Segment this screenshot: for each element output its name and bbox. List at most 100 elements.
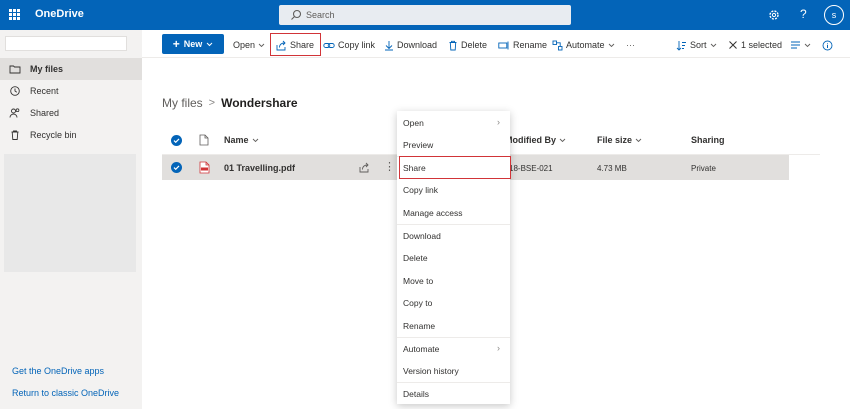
menu-item-delete[interactable]: Delete bbox=[397, 246, 510, 268]
sidebar-item-label: Shared bbox=[30, 108, 60, 118]
menu-item-label: Open bbox=[403, 118, 424, 128]
breadcrumb-current: Wondershare bbox=[221, 96, 298, 110]
rename-button[interactable]: Rename bbox=[498, 37, 547, 53]
column-header-file-size[interactable]: File size bbox=[597, 130, 642, 150]
delete-label: Delete bbox=[461, 40, 488, 50]
recycle-bin-icon bbox=[11, 130, 19, 140]
chevron-down-icon bbox=[559, 138, 566, 142]
app-launcher-icon[interactable] bbox=[9, 9, 20, 20]
info-button[interactable] bbox=[822, 37, 833, 53]
automate-label: Automate bbox=[566, 40, 605, 50]
file-name[interactable]: 01 Travelling.pdf bbox=[224, 163, 295, 173]
command-bar: + New Open Share Copy link Download Dele… bbox=[142, 30, 850, 58]
menu-item-automate[interactable]: Automate › bbox=[397, 337, 510, 359]
chevron-down-icon bbox=[206, 42, 213, 46]
breadcrumb-root[interactable]: My files bbox=[162, 96, 203, 110]
sidebar-item-label: Recycle bin bbox=[30, 130, 77, 140]
sort-icon bbox=[676, 40, 686, 51]
pdf-file-icon bbox=[199, 161, 210, 174]
sidebar-item-my-files[interactable]: My files bbox=[0, 58, 142, 80]
select-all-checkbox[interactable] bbox=[171, 135, 182, 146]
new-button[interactable]: + New bbox=[162, 34, 224, 54]
check-icon bbox=[173, 165, 180, 171]
menu-item-preview[interactable]: Preview bbox=[397, 133, 510, 155]
share-icon[interactable] bbox=[359, 162, 370, 173]
more-actions-icon[interactable]: ⋮ bbox=[384, 160, 395, 173]
column-header-label: File size bbox=[597, 135, 633, 145]
menu-item-download[interactable]: Download bbox=[397, 224, 510, 246]
menu-item-label: Copy link bbox=[403, 185, 438, 195]
search-placeholder: Search bbox=[306, 10, 335, 20]
menu-item-label: Rename bbox=[403, 321, 436, 331]
file-type-icon bbox=[199, 134, 209, 146]
chevron-down-icon bbox=[608, 43, 614, 47]
share-button-highlight bbox=[270, 33, 321, 56]
menu-item-copy-to[interactable]: Copy to bbox=[397, 291, 510, 313]
column-header-sharing[interactable]: Sharing bbox=[691, 130, 725, 150]
menu-item-copy-link[interactable]: Copy link bbox=[397, 178, 510, 200]
clear-selection-button[interactable]: 1 selected bbox=[728, 37, 782, 53]
menu-item-open[interactable]: Open › bbox=[397, 111, 510, 133]
search-box[interactable]: Search bbox=[279, 5, 571, 25]
automate-button[interactable]: Automate bbox=[552, 37, 615, 53]
help-icon[interactable]: ? bbox=[800, 7, 807, 21]
sidebar-item-recent[interactable]: Recent bbox=[0, 80, 142, 102]
chevron-down-icon bbox=[252, 138, 258, 142]
info-icon bbox=[822, 40, 833, 50]
folder-icon bbox=[9, 65, 21, 74]
view-options-button[interactable] bbox=[790, 37, 811, 53]
sidebar-item-label: Recent bbox=[30, 86, 59, 96]
column-header-name[interactable]: Name bbox=[224, 130, 259, 150]
menu-item-details[interactable]: Details bbox=[397, 382, 510, 404]
sidebar-item-shared[interactable]: Shared bbox=[0, 102, 142, 124]
menu-item-label: Delete bbox=[403, 253, 428, 263]
check-icon bbox=[173, 138, 180, 144]
menu-item-label: Manage access bbox=[403, 208, 463, 218]
menu-item-rename[interactable]: Rename bbox=[397, 314, 510, 336]
sort-button[interactable]: Sort bbox=[676, 37, 717, 53]
chevron-down-icon bbox=[710, 43, 716, 47]
clock-icon bbox=[10, 86, 20, 96]
selected-count-label: 1 selected bbox=[741, 40, 783, 50]
row-checkbox[interactable] bbox=[171, 162, 182, 173]
delete-icon bbox=[449, 40, 457, 50]
chevron-right-icon: > bbox=[208, 97, 216, 109]
column-header-modified-by[interactable]: Modified By bbox=[505, 130, 566, 150]
download-button[interactable]: Download bbox=[384, 37, 437, 53]
sidebar-item-recycle-bin[interactable]: Recycle bin bbox=[0, 124, 142, 146]
modified-by-value: 18-BSE-021 bbox=[509, 164, 553, 173]
column-header-label: Sharing bbox=[691, 135, 725, 145]
menu-item-label: Move to bbox=[403, 276, 434, 286]
chevron-down-icon bbox=[258, 43, 265, 47]
chevron-down-icon bbox=[635, 138, 642, 142]
delete-button[interactable]: Delete bbox=[448, 37, 487, 53]
download-icon bbox=[385, 40, 393, 50]
menu-item-label: Details bbox=[403, 389, 429, 399]
menu-item-label: Copy to bbox=[403, 298, 433, 308]
menu-item-version-history[interactable]: Version history bbox=[397, 359, 510, 381]
menu-item-label: Automate bbox=[403, 344, 440, 354]
plus-icon: + bbox=[172, 37, 180, 51]
open-label: Open bbox=[233, 40, 256, 50]
people-icon bbox=[9, 108, 20, 118]
more-options-button[interactable]: ··· bbox=[626, 37, 635, 53]
chevron-down-icon bbox=[804, 43, 811, 47]
link-icon bbox=[323, 42, 335, 48]
sort-label: Sort bbox=[690, 40, 707, 50]
classic-onedrive-link[interactable]: Return to classic OneDrive bbox=[12, 388, 119, 398]
menu-item-move-to[interactable]: Move to bbox=[397, 269, 510, 291]
sidebar-search-box[interactable] bbox=[5, 36, 127, 51]
chevron-right-icon: › bbox=[497, 343, 500, 353]
gear-icon[interactable] bbox=[768, 9, 780, 21]
sidebar: My files Recent Shared Recycle bin Get t… bbox=[0, 30, 142, 409]
automate-icon bbox=[552, 40, 563, 50]
breadcrumb: My files > Wondershare bbox=[162, 96, 298, 110]
list-view-icon bbox=[791, 41, 800, 49]
get-apps-link[interactable]: Get the OneDrive apps bbox=[12, 366, 104, 376]
open-button[interactable]: Open bbox=[233, 37, 265, 53]
copy-link-button[interactable]: Copy link bbox=[323, 37, 375, 53]
brand-title[interactable]: OneDrive bbox=[35, 8, 84, 20]
rename-label: Rename bbox=[513, 40, 548, 50]
avatar[interactable]: s bbox=[824, 5, 844, 25]
menu-item-manage-access[interactable]: Manage access bbox=[397, 201, 510, 223]
